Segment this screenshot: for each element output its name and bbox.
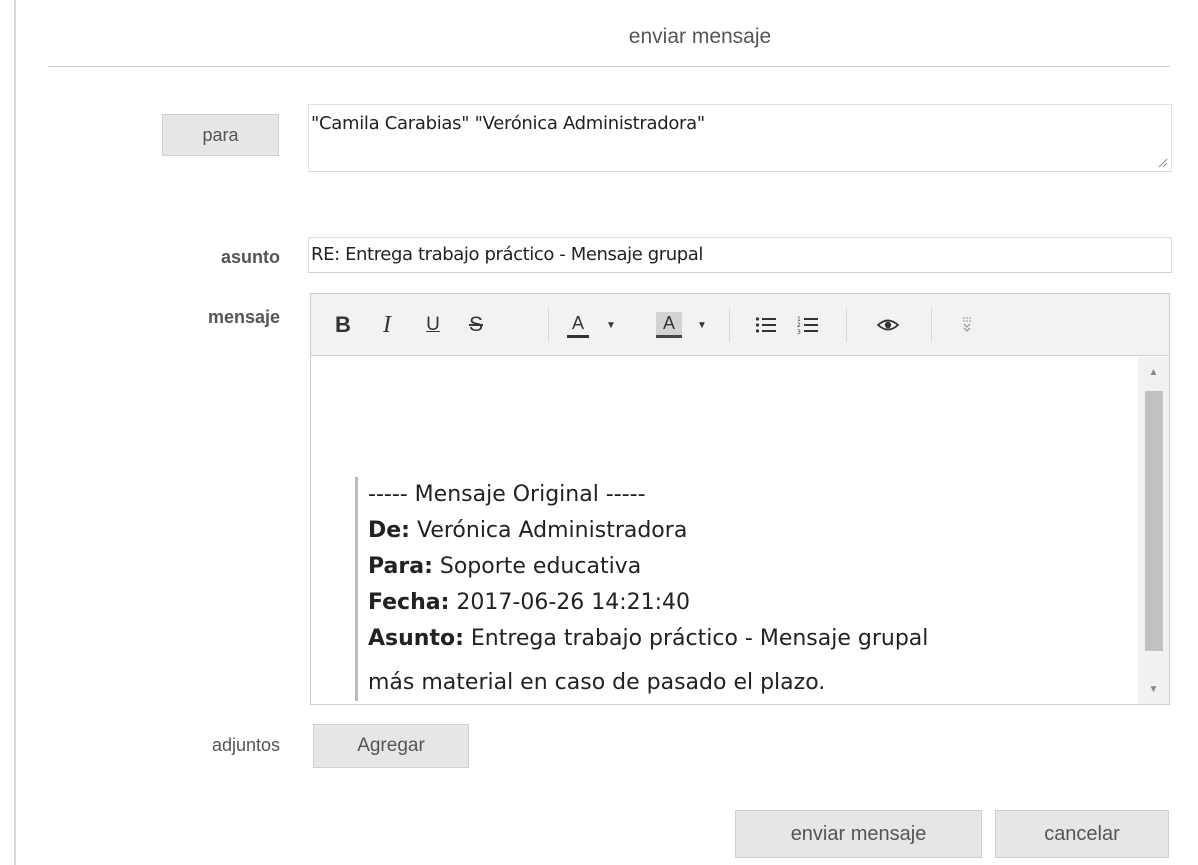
expand-more-icon	[963, 317, 971, 332]
svg-text:3: 3	[797, 329, 801, 335]
numbered-list-icon: 1 2 3	[797, 316, 818, 335]
header-divider	[48, 66, 1170, 67]
text-color-letter: A	[571, 312, 584, 333]
editor-toolbar: B I U S A ▼ A ▼ 1 2 3	[311, 294, 1169, 356]
message-label: mensaje	[207, 307, 280, 327]
message-body[interactable]: ----- Mensaje Original ----- De: Verónic…	[311, 357, 1137, 704]
svg-text:2: 2	[797, 322, 801, 329]
quote-date-value: 2017-06-26 14:21:40	[449, 590, 691, 615]
attachments-label: adjuntos	[211, 735, 280, 755]
dropdown-caret-icon[interactable]: ▼	[603, 308, 619, 342]
bg-color-letter: A	[656, 312, 682, 338]
para-button[interactable]: para	[162, 114, 279, 156]
text-color-icon[interactable]: A	[563, 308, 593, 342]
quote-subject-value: Entrega trabajo práctico - Mensaje grupa…	[463, 626, 929, 651]
quote-date-key: Fecha:	[368, 590, 450, 615]
scrollbar-thumb[interactable]	[1145, 391, 1163, 651]
background-color-icon[interactable]: A	[654, 308, 684, 342]
message-editor: B I U S A ▼ A ▼ 1 2 3 ----- Mensaje Orig…	[310, 293, 1170, 705]
send-message-button[interactable]: enviar mensaje	[735, 810, 982, 858]
dropdown-caret-icon[interactable]: ▼	[694, 308, 710, 342]
italic-icon[interactable]: I	[371, 308, 403, 342]
more-options-icon[interactable]	[958, 308, 976, 342]
quote-header: ----- Mensaje Original -----	[368, 482, 646, 507]
cancel-button[interactable]: cancelar	[995, 810, 1169, 858]
quoted-original-message: ----- Mensaje Original ----- De: Verónic…	[355, 477, 1115, 701]
quote-to: Para: Soporte educativa	[368, 549, 1115, 585]
quote-subject: Asunto: Entrega trabajo práctico - Mensa…	[368, 621, 1115, 657]
quote-from-value: Verónica Administradora	[409, 518, 688, 543]
scroll-up-icon[interactable]: ▲	[1138, 357, 1169, 387]
editor-scrollbar[interactable]: ▲ ▼	[1138, 357, 1169, 704]
bullet-list-icon	[755, 317, 776, 333]
toolbar-separator	[931, 308, 932, 342]
toolbar-separator	[548, 308, 549, 342]
recipients-field[interactable]: "Camila Carabias" "Verónica Administrado…	[308, 104, 1172, 172]
preview-eye-icon[interactable]	[873, 308, 903, 342]
eye-icon	[877, 319, 899, 331]
subject-label: asunto	[220, 247, 280, 267]
quote-to-key: Para:	[368, 554, 433, 579]
underline-icon[interactable]: U	[419, 308, 447, 342]
numbered-list-icon[interactable]: 1 2 3	[793, 308, 823, 342]
left-border	[14, 0, 16, 865]
quote-subject-key: Asunto:	[368, 626, 464, 651]
add-attachment-button[interactable]: Agregar	[313, 724, 469, 768]
quote-from: De: Verónica Administradora	[368, 513, 1115, 549]
toolbar-separator	[729, 308, 730, 342]
resize-grip-icon[interactable]	[1157, 157, 1168, 168]
quote-to-value: Soporte educativa	[432, 554, 642, 579]
recipient-camila: "Camila Carabias"	[311, 113, 475, 134]
bullet-list-icon[interactable]	[751, 308, 781, 342]
text-color-swatch	[567, 334, 589, 338]
quote-body-cut: más material en caso de pasado el plazo.	[368, 670, 826, 695]
quote-date: Fecha: 2017-06-26 14:21:40	[368, 585, 1115, 621]
subject-input[interactable]: RE: Entrega trabajo práctico - Mensaje g…	[308, 237, 1172, 273]
bold-icon[interactable]: B	[329, 308, 357, 342]
page-title: enviar mensaje	[628, 25, 772, 48]
recipient-veronica: "Verónica Administradora"	[474, 113, 706, 134]
quote-from-key: De:	[368, 518, 410, 543]
strikethrough-icon[interactable]: S	[461, 308, 491, 342]
scroll-down-icon[interactable]: ▼	[1138, 674, 1169, 704]
toolbar-separator	[846, 308, 847, 342]
